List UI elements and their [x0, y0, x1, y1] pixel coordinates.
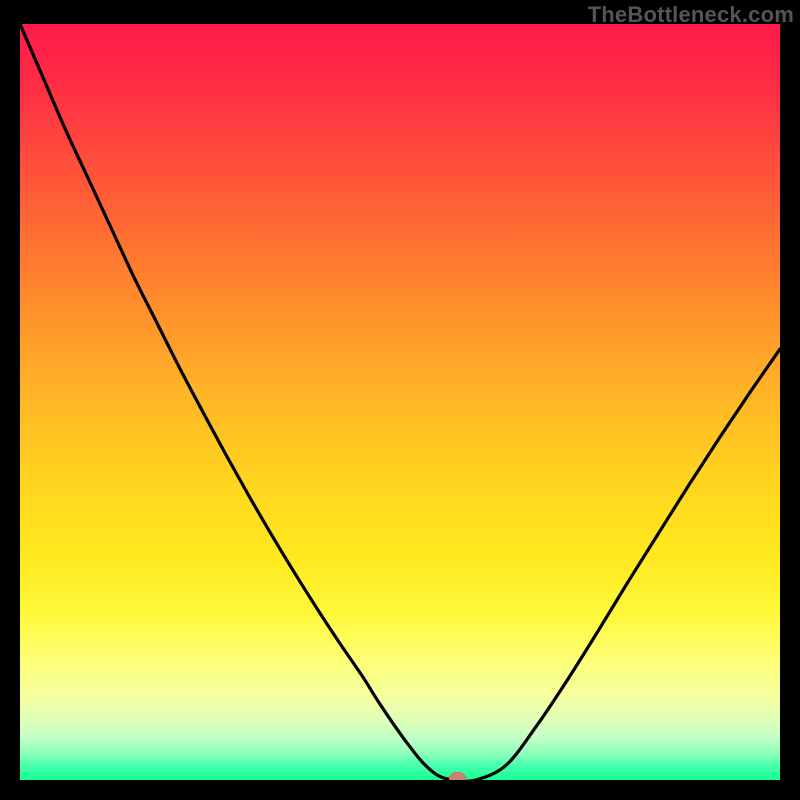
- chart-container: TheBottleneck.com: [0, 0, 800, 800]
- bottleneck-curve: [20, 24, 780, 780]
- curve-path: [20, 24, 780, 780]
- attribution-label: TheBottleneck.com: [588, 2, 794, 28]
- optimum-marker: [449, 772, 466, 780]
- plot-area: [20, 24, 780, 780]
